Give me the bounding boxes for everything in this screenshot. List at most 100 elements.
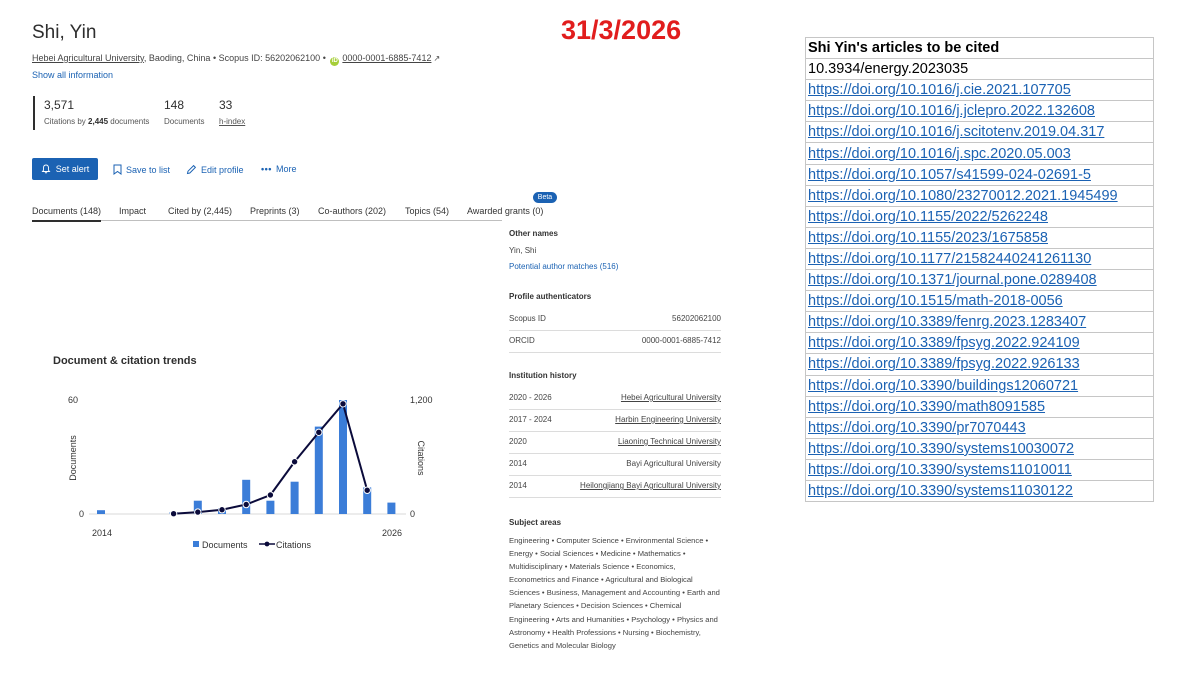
authenticator-value: 0000-0001-6885-7412 (641, 336, 721, 345)
doi-link[interactable]: https://doi.org/10.1016/j.scitotenv.2019… (805, 121, 1154, 144)
table-row: https://doi.org/10.1016/j.spc.2020.05.00… (805, 142, 1154, 165)
citations-point (218, 506, 226, 514)
authenticator-row: ORCID 0000-0001-6885-7412 (509, 330, 721, 353)
documents-bar (290, 481, 299, 514)
doi-link[interactable]: https://doi.org/10.1016/j.spc.2020.05.00… (805, 142, 1154, 165)
citations-point (194, 508, 202, 516)
authenticator-key: ORCID (509, 336, 535, 345)
institution-link[interactable]: Hebei Agricultural University (621, 393, 721, 402)
institution-years: 2020 - 2026 (509, 393, 552, 402)
table-row: https://doi.org/10.1016/j.jclepro.2022.1… (805, 100, 1154, 123)
institution-years: 2020 (509, 437, 527, 446)
doi-link[interactable]: https://doi.org/10.1016/j.cie.2021.10770… (805, 79, 1154, 102)
institution-link[interactable]: Heilongjiang Bayi Agricultural Universit… (580, 481, 721, 490)
citations-point (290, 458, 299, 466)
table-row: https://doi.org/10.1057/s41599-024-02691… (805, 163, 1154, 186)
table-row: https://doi.org/10.3389/fenrg.2023.12834… (805, 311, 1154, 334)
doi-link[interactable]: https://doi.org/10.1057/s41599-024-02691… (805, 163, 1154, 186)
documents-bar (266, 500, 275, 514)
y-left-axis-label: Documents (68, 435, 78, 481)
table-row: https://doi.org/10.3390/pr7070443 (805, 416, 1154, 439)
table-row: https://doi.org/10.3390/buildings1206072… (805, 374, 1154, 397)
doi-link[interactable]: https://doi.org/10.1016/j.jclepro.2022.1… (805, 100, 1154, 123)
table-row: https://doi.org/10.3389/fpsyg.2022.92410… (805, 332, 1154, 355)
doi-link[interactable]: https://doi.org/10.3390/pr7070443 (805, 416, 1154, 439)
table-row: https://doi.org/10.1080/23270012.2021.19… (805, 184, 1154, 207)
doi-text: 10.3934/energy.2023035 (805, 58, 1154, 81)
doi-link[interactable]: https://doi.org/10.1177/2158244024126113… (805, 247, 1154, 271)
y-right-tick-label: 1,200 (410, 395, 433, 405)
legend-citations-label: Citations (276, 540, 312, 550)
institution-years: 2017 - 2024 (509, 415, 552, 424)
documents-bar (97, 510, 105, 514)
other-names-title: Other names (509, 229, 558, 238)
legend-citations-marker (264, 541, 270, 547)
authenticator-row: Scopus ID 56202062100 (509, 308, 721, 331)
table-row: https://doi.org/10.3390/systems11010011 (805, 458, 1154, 481)
table-row: https://doi.org/10.1016/j.scitotenv.2019… (805, 121, 1154, 144)
articles-to-cite-table: Shi Yin's articles to be cited 10.3934/e… (805, 36, 1154, 503)
document-citation-trends-chart: 60 0 1,200 0 Documents Citations 2014 2026 Docum… (68, 395, 433, 550)
doi-link[interactable]: https://doi.org/10.3390/math8091585 (805, 395, 1154, 418)
doi-link[interactable]: https://doi.org/10.3390/systems10030072 (805, 437, 1154, 460)
legend-documents-swatch (193, 541, 199, 547)
legend-documents-label: Documents (202, 540, 248, 550)
doi-link[interactable]: https://doi.org/10.3389/fpsyg.2022.92410… (805, 332, 1154, 355)
doi-link[interactable]: https://doi.org/10.3390/buildings1206072… (805, 374, 1154, 397)
institution-history-title: Institution history (509, 371, 577, 380)
table-row: https://doi.org/10.1515/math-2018-0056 (805, 290, 1154, 313)
other-name: Yin, Shi (509, 246, 537, 255)
doi-link[interactable]: https://doi.org/10.1155/2023/1675858 (805, 226, 1154, 249)
y-left-tick-label: 60 (68, 395, 78, 405)
table-row: https://doi.org/10.1155/2023/1675858 (805, 226, 1154, 249)
date-stamp: 31/3/2026 (561, 15, 682, 45)
y-left-tick-label: 0 (79, 509, 84, 519)
table-row: https://doi.org/10.1177/2158244024126113… (805, 247, 1154, 271)
citations-point (242, 500, 250, 509)
table-row: https://doi.org/10.3390/systems11030122 (805, 479, 1154, 503)
x-tick-label: 2014 (92, 528, 112, 538)
institution-row: 2014 Bayi Agricultural University (509, 453, 721, 476)
table-row: https://doi.org/10.1016/j.cie.2021.10770… (805, 79, 1154, 102)
subject-areas-list: Engineering • Computer Science • Environ… (509, 536, 720, 650)
subject-areas-title: Subject areas (509, 518, 562, 527)
institution-row: 2020 Liaoning Technical University (509, 431, 721, 454)
authenticator-key: Scopus ID (509, 314, 546, 323)
institution-row: 2017 - 2024 Harbin Engineering Universit… (509, 409, 721, 432)
doi-link[interactable]: https://doi.org/10.1080/23270012.2021.19… (805, 184, 1154, 207)
citations-point (266, 491, 275, 499)
y-right-tick-label: 0 (410, 509, 415, 519)
doi-link[interactable]: https://doi.org/10.3389/fpsyg.2022.92613… (805, 353, 1154, 376)
doi-link[interactable]: https://doi.org/10.1515/math-2018-0056 (805, 290, 1154, 313)
documents-bar (314, 426, 323, 514)
documents-bar (387, 502, 396, 514)
y-right-axis-label: Citations (416, 440, 426, 476)
institution-years: 2014 (509, 459, 527, 468)
institution-name: Bayi Agricultural University (626, 459, 721, 468)
table-row: https://doi.org/10.1155/2022/5262248 (805, 205, 1154, 228)
institution-row: 2014 Heilongjiang Bayi Agricultural Univ… (509, 475, 721, 498)
x-tick-label: 2026 (382, 528, 402, 538)
doi-link[interactable]: https://doi.org/10.3390/systems11010011 (805, 458, 1154, 481)
profile-authenticators-title: Profile authenticators (509, 292, 592, 301)
table-header-row: Shi Yin's articles to be cited (805, 36, 1154, 60)
citations-point (315, 428, 323, 436)
institution-link[interactable]: Liaoning Technical University (618, 437, 721, 446)
documents-bar (242, 479, 251, 514)
table-row: https://doi.org/10.3390/math8091585 (805, 395, 1154, 418)
doi-link[interactable]: https://doi.org/10.3390/systems11030122 (805, 479, 1154, 503)
doi-link[interactable]: https://doi.org/10.1371/journal.pone.028… (805, 269, 1154, 292)
citations-point (363, 486, 371, 494)
citations-point (169, 510, 178, 518)
table-header: Shi Yin's articles to be cited (805, 36, 1154, 60)
doi-link[interactable]: https://doi.org/10.3389/fenrg.2023.12834… (805, 311, 1154, 334)
institution-years: 2014 (509, 481, 527, 490)
table-row: https://doi.org/10.3390/systems10030072 (805, 437, 1154, 460)
table-row: 10.3934/energy.2023035 (805, 58, 1154, 81)
potential-author-matches-link[interactable]: Potential author matches (516) (509, 262, 618, 271)
institution-link[interactable]: Harbin Engineering University (615, 415, 721, 424)
citations-point (339, 400, 347, 408)
institution-row: 2020 - 2026 Hebei Agricultural Universit… (509, 387, 721, 410)
table-row: https://doi.org/10.3389/fpsyg.2022.92613… (805, 353, 1154, 376)
doi-link[interactable]: https://doi.org/10.1155/2022/5262248 (805, 205, 1154, 228)
